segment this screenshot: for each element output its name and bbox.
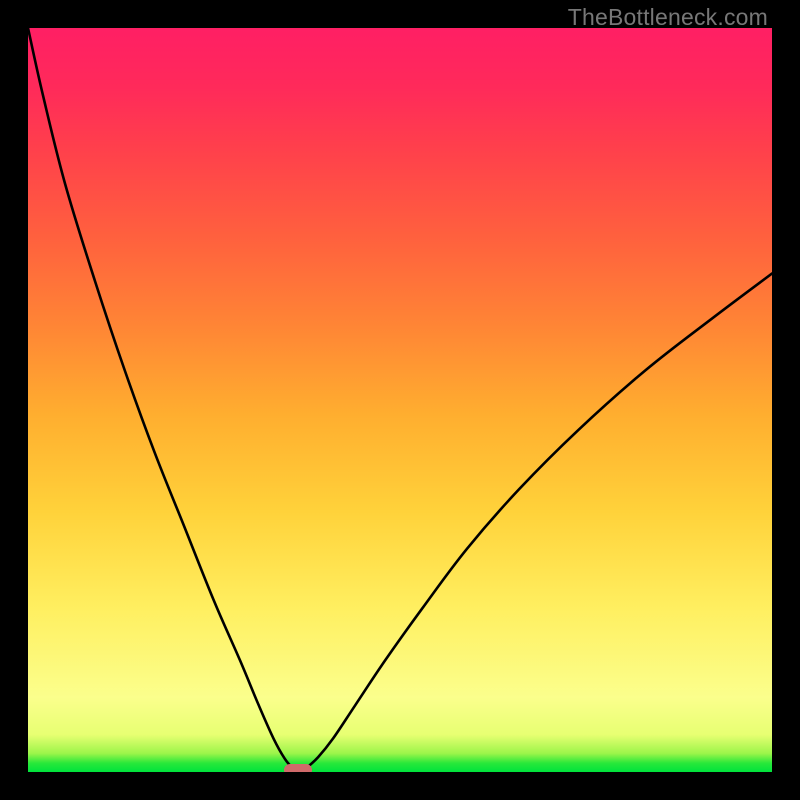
chart-frame: TheBottleneck.com — [0, 0, 800, 800]
curve-layer — [28, 28, 772, 772]
curve-left — [28, 28, 292, 768]
curve-right — [307, 274, 772, 768]
minimum-marker — [284, 764, 312, 772]
watermark-text: TheBottleneck.com — [568, 4, 768, 31]
plot-area — [28, 28, 772, 772]
